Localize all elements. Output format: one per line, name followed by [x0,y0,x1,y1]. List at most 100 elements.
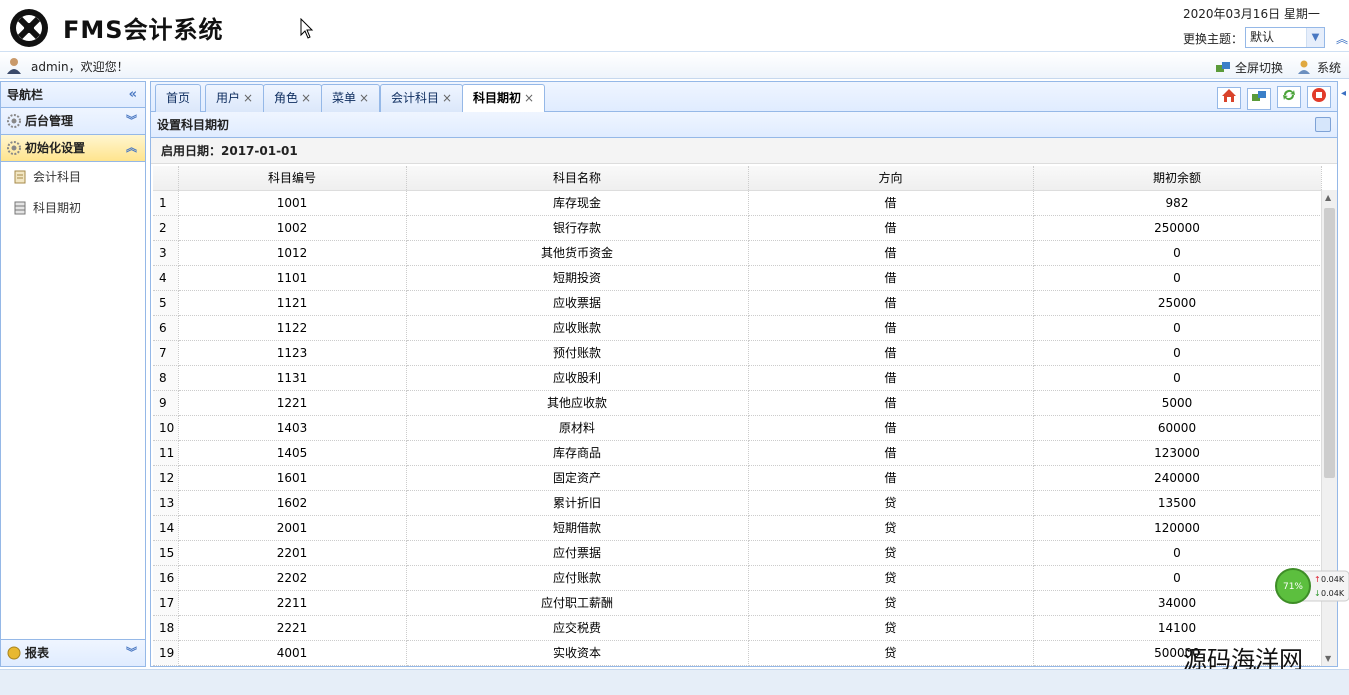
scroll-down-icon[interactable]: ▼ [1325,654,1331,663]
section-backend-admin[interactable]: 后台管理 ︾ [1,108,145,135]
sidebar-item-opening-balance[interactable]: 科目期初 [1,193,145,224]
scroll-up-icon[interactable]: ▲ [1325,193,1331,202]
collapse-icon[interactable]: ︽ [126,135,137,161]
scrollbar-thumb[interactable] [1324,208,1335,478]
table-row[interactable]: 17 2211 应付职工薪酬贷 34000 [153,590,1322,616]
close-icon[interactable]: × [359,91,369,105]
table-row[interactable]: 2 1002 银行存款借 250000 [153,215,1322,241]
table-cell: 250000 [1033,215,1322,241]
table-row[interactable]: 13 1602 累计折旧贷 13500 [153,490,1322,516]
nav-header-title: 导航栏 [7,88,44,102]
tab-users[interactable]: 用户 × [205,84,265,112]
table-cell: 借 [748,365,1034,391]
table-row[interactable]: 9 1221 其他应收款借 5000 [153,390,1322,416]
section-reports[interactable]: 报表 ︾ [1,639,145,666]
tab-opening-balance[interactable]: 科目期初 × [462,84,546,113]
table-cell: 借 [748,390,1034,416]
table-cell: 累计折旧 [406,490,749,516]
fullscreen-toggle-button[interactable]: 全屏切换 [1215,59,1283,76]
table-cell: 1101 [178,265,407,291]
table-row[interactable]: 12 1601 固定资产借 240000 [153,465,1322,491]
system-menu-button[interactable]: 系统 [1297,59,1341,76]
up-arrow-icon: ↑ [1314,575,1321,584]
row-number: 16 [153,565,179,591]
collapse-sidebar-icon[interactable]: « [129,82,137,108]
table-cell: 贷 [748,490,1034,516]
table-cell: 贷 [748,540,1034,566]
table-row[interactable]: 7 1123 预付账款借 0 [153,340,1322,366]
table-cell: 贷 [748,565,1034,591]
system-label: 系统 [1317,61,1342,75]
table-cell: 1012 [178,240,407,266]
gear-icon [7,141,21,155]
table-row[interactable]: 4 1101 短期投资借 0 [153,265,1322,291]
table-cell: 贷 [748,515,1034,541]
table-row[interactable]: 5 1121 应收票据借 25000 [153,290,1322,316]
tab-accounting-subjects[interactable]: 会计科目 × [380,84,464,112]
table-row[interactable]: 15 2201 应付票据贷 0 [153,540,1322,566]
table-cell: 其他应收款 [406,390,749,416]
fullscreen-icon[interactable] [1247,88,1271,110]
row-number: 4 [153,265,179,291]
column-header[interactable]: 科目编号 [178,166,407,191]
close-icon[interactable]: × [243,91,253,105]
table-cell: 借 [748,340,1034,366]
table-row[interactable]: 18 2221 应交税费贷 14100 [153,615,1322,641]
network-speed-widget[interactable]: 71% ↑ 0.04K ↓ 0.04K [1274,567,1349,605]
expand-icon[interactable]: ︾ [126,108,137,134]
tab-roles[interactable]: 角色 × [263,84,323,112]
row-number-header [153,166,179,191]
table-cell: 库存现金 [406,190,749,216]
row-number: 15 [153,540,179,566]
table-cell: 借 [748,190,1034,216]
close-icon[interactable]: × [301,91,311,105]
theme-label: 更换主题： [1183,32,1244,46]
column-header[interactable]: 科目名称 [406,166,749,191]
row-number: 18 [153,615,179,641]
table-row[interactable]: 11 1405 库存商品借 123000 [153,440,1322,466]
collapse-right-icon[interactable]: ◂ [1341,88,1346,99]
table-cell: 应收票据 [406,290,749,316]
row-number: 6 [153,315,179,341]
section-init-settings[interactable]: 初始化设置 ︽ [1,135,145,162]
table-row[interactable]: 6 1122 应收账款借 0 [153,315,1322,341]
table-cell: 2202 [178,565,407,591]
close-all-icon[interactable] [1307,86,1331,108]
tab-menus[interactable]: 菜单 × [321,84,381,112]
row-number: 14 [153,515,179,541]
table-row[interactable]: 14 2001 短期借款贷 120000 [153,515,1322,541]
table-cell: 贷 [748,640,1034,666]
table-row[interactable]: 3 1012 其他货币资金借 0 [153,240,1322,266]
collapse-header-icon[interactable]: ︽ [1336,30,1348,47]
home-icon[interactable] [1217,87,1241,109]
fullscreen-icon [1216,62,1230,72]
table-row[interactable]: 10 1403 原材料借 60000 [153,415,1322,441]
table-row[interactable]: 8 1131 应收股利借 0 [153,365,1322,391]
chevron-down-icon[interactable]: ▼ [1306,28,1324,47]
refresh-icon[interactable] [1277,86,1301,108]
close-icon[interactable]: × [524,91,534,105]
tab-label: 角色 [274,91,299,105]
tab-home[interactable]: 首页 [155,84,202,112]
table-cell: 982 [1033,190,1322,216]
table-cell: 1122 [178,315,407,341]
sidebar-item-accounting-subjects[interactable]: 会计科目 [1,162,145,193]
welcome-text: admin，欢迎您！ [31,60,129,74]
table-row[interactable]: 19 4001 实收资本贷 500000 [153,640,1322,666]
sidebar-item-label: 科目期初 [33,201,82,215]
table-cell: 应交税费 [406,615,749,641]
table-cell: 实收资本 [406,640,749,666]
theme-select[interactable]: 默认 ▼ [1245,27,1325,48]
table-row[interactable]: 16 2202 应付账款贷 0 [153,565,1322,591]
expand-icon[interactable]: ︾ [126,640,137,666]
column-header[interactable]: 期初余额 [1033,166,1322,191]
collapse-panel-icon[interactable] [1315,117,1331,132]
column-header[interactable]: 方向 [748,166,1034,191]
table-cell: 13500 [1033,490,1322,516]
table-row[interactable]: 1 1001 库存现金借 982 [153,190,1322,216]
table-cell: 应收账款 [406,315,749,341]
close-icon[interactable]: × [442,91,452,105]
table-cell: 60000 [1033,415,1322,441]
table-cell: 1001 [178,190,407,216]
table-cell: 2001 [178,515,407,541]
